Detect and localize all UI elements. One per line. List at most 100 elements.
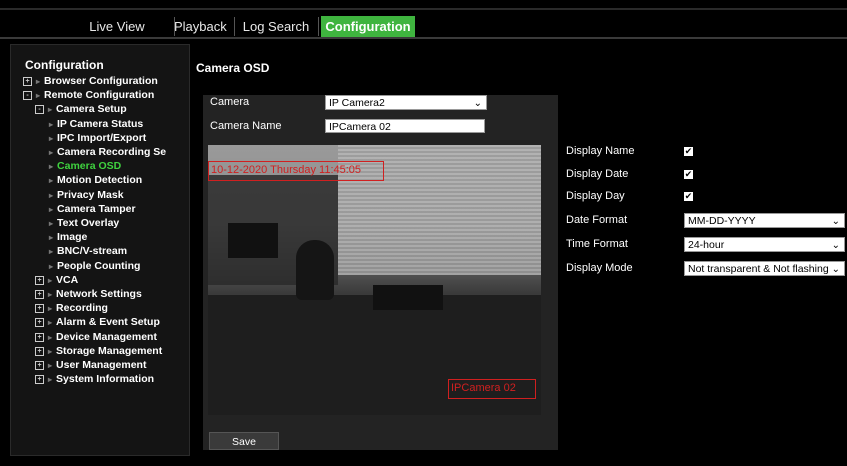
- sidebar-item-label: Camera OSD: [57, 160, 122, 173]
- camera-name-field[interactable]: IPCamera 02: [325, 119, 485, 133]
- sidebar-item-label: Camera Tamper: [57, 202, 136, 215]
- expand-icon[interactable]: +: [35, 275, 44, 285]
- tab-log-search[interactable]: Log Search: [234, 17, 319, 36]
- collapse-icon[interactable]: -: [23, 91, 32, 101]
- monitor-shape: [373, 285, 443, 310]
- sidebar-item[interactable]: + ▸ Alarm & Event Setup: [35, 316, 160, 329]
- tree-arrow-icon: ▸: [48, 275, 53, 285]
- tree-arrow-icon: ▸: [48, 375, 53, 385]
- sidebar-item[interactable]: ▸ Motion Detection: [49, 174, 142, 187]
- tree-arrow-icon: ▸: [48, 304, 53, 314]
- sidebar-item[interactable]: - ▸ Camera Setup: [35, 103, 127, 116]
- camera-select-value: IP Camera2: [329, 97, 385, 109]
- sidebar-item[interactable]: ▸ BNC/V-stream: [49, 245, 127, 258]
- sidebar-item[interactable]: ▸ Camera Recording Se: [49, 146, 166, 159]
- tree-arrow-icon: ▸: [49, 204, 54, 214]
- sidebar-item[interactable]: + ▸ User Management: [35, 359, 146, 372]
- date-format-value: MM-DD-YYYY: [688, 215, 756, 227]
- tree-arrow-icon: ▸: [36, 77, 41, 86]
- tab-configuration[interactable]: Configuration: [321, 16, 415, 37]
- tree-arrow-icon: ▸: [49, 190, 54, 200]
- sidebar-item-label: Recording: [56, 302, 108, 315]
- expand-icon[interactable]: +: [35, 318, 44, 328]
- time-format-select[interactable]: 24-hour ⌄: [684, 237, 845, 252]
- display-mode-select[interactable]: Not transparent & Not flashing ⌄: [684, 261, 845, 276]
- camera-select[interactable]: IP Camera2 ⌄: [325, 95, 487, 110]
- tree-arrow-icon: ▸: [49, 233, 54, 243]
- sidebar-item-label: VCA: [56, 273, 79, 286]
- tree-arrow-icon: ▸: [36, 91, 41, 101]
- date-format-select[interactable]: MM-DD-YYYY ⌄: [684, 213, 845, 228]
- tree-arrow-icon: ▸: [49, 219, 54, 228]
- time-format-value: 24-hour: [688, 239, 725, 251]
- camera-preview[interactable]: 10-12-2020 Thursday 11:45:05 IPCamera 02: [208, 145, 541, 415]
- sidebar-item-label: Device Management: [56, 330, 157, 343]
- nav-divider: [0, 37, 847, 39]
- display-name-checkbox[interactable]: ✔: [684, 147, 693, 156]
- chevron-down-icon: ⌄: [473, 98, 482, 109]
- tree-arrow-icon: ▸: [49, 176, 54, 186]
- person-silhouette: [296, 240, 334, 300]
- expand-icon[interactable]: +: [35, 304, 44, 314]
- sidebar-item-label: User Management: [56, 359, 147, 371]
- sidebar-item-label: Network Settings: [56, 288, 142, 300]
- sidebar-item[interactable]: ▸ Privacy Mask: [49, 189, 124, 202]
- sidebar-item-label: IPC Import/Export: [57, 131, 147, 144]
- sidebar-item[interactable]: + ▸ VCA: [35, 274, 78, 287]
- osd-datetime-text: 10-12-2020 Thursday 11:45:05: [211, 164, 362, 176]
- tree-arrow-icon: ▸: [49, 133, 54, 143]
- sidebar-item-label: Camera Recording Se: [57, 146, 167, 158]
- sidebar-item-label: IP Camera Status: [57, 117, 144, 130]
- sidebar-item-label: BNC/V-stream: [57, 245, 128, 258]
- sidebar-item-label: Motion Detection: [57, 174, 143, 187]
- sidebar-item[interactable]: + ▸ Storage Management: [35, 345, 162, 358]
- expand-icon[interactable]: +: [35, 375, 44, 385]
- tree-arrow-icon: ▸: [48, 290, 53, 299]
- sidebar-item[interactable]: ▸ Camera OSD: [49, 160, 121, 173]
- sidebar-item[interactable]: ▸ Image: [49, 231, 87, 244]
- sidebar-item-label: Remote Configuration: [44, 89, 155, 102]
- display-mode-label: Display Mode: [566, 262, 633, 274]
- tab-playback[interactable]: Playback: [174, 17, 235, 36]
- sidebar-title: Configuration: [25, 58, 104, 72]
- top-nav: Live View Playback Log Search Configurat…: [0, 0, 847, 37]
- expand-icon[interactable]: +: [35, 332, 44, 342]
- tree-arrow-icon: ▸: [48, 332, 53, 342]
- camera-name-label: Camera Name: [210, 120, 282, 132]
- expand-icon[interactable]: +: [35, 290, 44, 299]
- save-button[interactable]: Save: [209, 432, 279, 450]
- chevron-down-icon: ⌄: [831, 240, 840, 251]
- tree-arrow-icon: ▸: [49, 148, 54, 157]
- sidebar-item[interactable]: - ▸ Remote Configuration: [23, 89, 154, 102]
- tab-live-view[interactable]: Live View: [60, 17, 175, 36]
- sidebar-item-label: Alarm & Event Setup: [56, 316, 160, 329]
- sidebar-item[interactable]: ▸ IPC Import/Export: [49, 132, 146, 145]
- sidebar-item[interactable]: ▸ Text Overlay: [49, 217, 119, 230]
- collapse-icon[interactable]: -: [35, 105, 44, 115]
- display-day-checkbox[interactable]: ✔: [684, 192, 693, 201]
- tree-arrow-icon: ▸: [49, 119, 54, 129]
- sidebar-item[interactable]: + ▸ Network Settings: [35, 288, 142, 301]
- display-name-label: Display Name: [566, 145, 635, 157]
- expand-icon[interactable]: +: [23, 77, 32, 86]
- chevron-down-icon: ⌄: [831, 216, 840, 227]
- tree-arrow-icon: ▸: [48, 105, 53, 115]
- sidebar-item-label: Privacy Mask: [57, 188, 124, 201]
- sidebar-item[interactable]: + ▸ Device Management: [35, 331, 157, 344]
- expand-icon[interactable]: +: [35, 361, 44, 370]
- sidebar-item[interactable]: ▸ Camera Tamper: [49, 203, 136, 216]
- tree-arrow-icon: ▸: [48, 361, 53, 370]
- sidebar-item-label: Text Overlay: [57, 217, 120, 229]
- display-date-checkbox[interactable]: ✔: [684, 170, 693, 179]
- page-title: Camera OSD: [196, 61, 270, 75]
- sidebar-item[interactable]: ▸ IP Camera Status: [49, 118, 143, 131]
- display-mode-value: Not transparent & Not flashing: [688, 263, 829, 275]
- expand-icon[interactable]: +: [35, 346, 44, 356]
- osd-name-text: IPCamera 02: [451, 382, 516, 394]
- sidebar-item[interactable]: + ▸ Browser Configuration: [23, 75, 158, 88]
- tree-arrow-icon: ▸: [49, 247, 54, 257]
- sidebar-item[interactable]: + ▸ Recording: [35, 302, 108, 315]
- sidebar-item-label: System Information: [56, 373, 155, 386]
- sidebar-item[interactable]: ▸ People Counting: [49, 260, 140, 273]
- sidebar-item[interactable]: + ▸ System Information: [35, 373, 154, 386]
